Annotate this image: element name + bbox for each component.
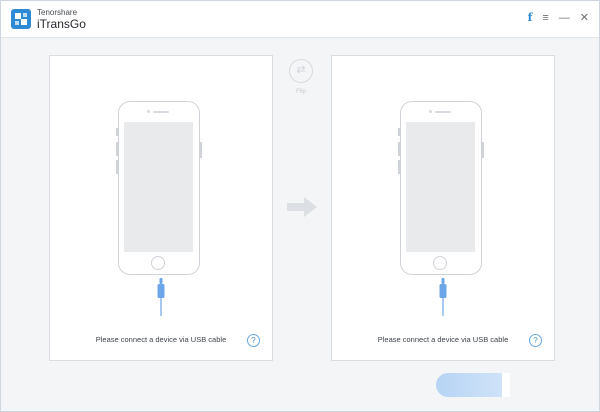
phone-placeholder-icon xyxy=(398,101,484,275)
app-window: Tenorshare iTransGo f ≡ — ✕ Please conne… xyxy=(0,0,600,412)
help-icon[interactable]: ? xyxy=(247,334,260,347)
transfer-direction-arrow-icon xyxy=(287,197,317,217)
minimize-icon[interactable]: — xyxy=(559,12,570,24)
facebook-icon[interactable]: f xyxy=(528,12,533,24)
brand-vendor: Tenorshare xyxy=(37,8,78,17)
usb-cable-icon xyxy=(439,278,447,316)
connect-message: Please connect a device via USB cable xyxy=(95,335,227,344)
app-logo-icon xyxy=(11,9,31,29)
app-title: iTransGo xyxy=(37,17,86,31)
target-device-panel: Please connect a device via USB cable ? xyxy=(331,55,555,361)
menu-icon[interactable]: ≡ xyxy=(542,12,548,24)
transfer-button[interactable] xyxy=(436,373,510,397)
phone-placeholder-icon xyxy=(116,101,202,275)
source-device-panel: Please connect a device via USB cable ? xyxy=(49,55,273,361)
close-icon[interactable]: ✕ xyxy=(580,12,589,24)
connect-message: Please connect a device via USB cable xyxy=(377,335,509,344)
flip-icon[interactable]: ⇄ xyxy=(289,59,313,83)
help-icon[interactable]: ? xyxy=(529,334,542,347)
usb-cable-icon xyxy=(157,278,165,316)
flip-label: Flip xyxy=(296,89,306,95)
title-bar: Tenorshare iTransGo f ≡ — ✕ xyxy=(1,1,599,38)
